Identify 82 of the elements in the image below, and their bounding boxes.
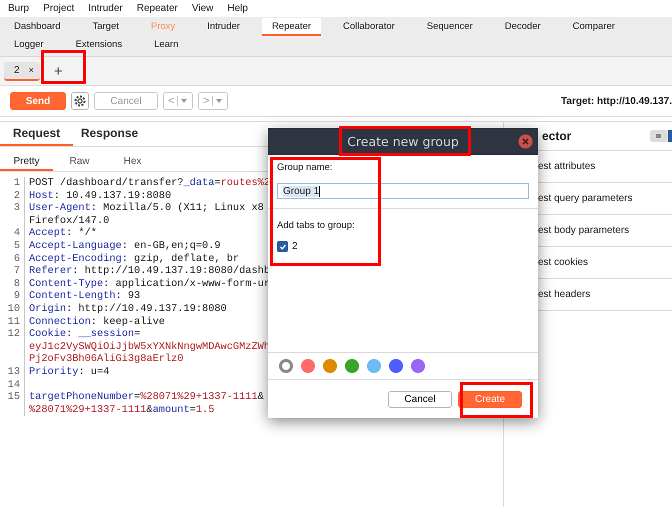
section-label: Add tabs to group: [277, 220, 355, 231]
menu-item[interactable]: Help [227, 3, 248, 14]
new-tab-button[interactable]: + [46, 62, 71, 80]
layout-icon[interactable] [650, 130, 672, 142]
code-line: User-Agent: Mozilla/5.0 (X11; Linux x8 [29, 202, 264, 215]
line-number: 3 [14, 202, 20, 214]
color-swatch[interactable] [279, 359, 293, 373]
tool-tab[interactable]: Extensions [66, 36, 132, 54]
code-line: POST /dashboard/transfer?_data=routes%2 [29, 177, 270, 190]
tool-tab[interactable]: Logger [4, 36, 54, 54]
caret-icon [216, 99, 222, 103]
color-swatch[interactable] [323, 359, 337, 373]
close-icon[interactable] [518, 134, 533, 149]
tool-tab[interactable]: Repeater [262, 18, 322, 36]
line-number: 10 [8, 302, 20, 315]
code-line: Cookie: __session= [29, 328, 140, 341]
line-number: 6 [14, 252, 20, 265]
checkbox-label: 2 [292, 241, 298, 252]
menu-item[interactable]: View [192, 3, 214, 14]
tab-label[interactable]: 2 [14, 64, 20, 76]
line-number: 13 [8, 366, 20, 378]
settings-button[interactable] [71, 92, 89, 110]
code-line: Priority: u=4 [29, 366, 110, 378]
line-number: 4 [14, 227, 20, 240]
repeater-tab[interactable]: 2 × [4, 62, 40, 80]
code-line: eyJ1c2VySWQiOiJjbW5xYXNkNngwMDAwcGMzZWh [29, 340, 270, 354]
menu-item[interactable]: Project [43, 3, 74, 14]
line-number: 15 [8, 391, 20, 404]
tool-tab[interactable]: Decoder [494, 18, 551, 36]
highlight-frame [41, 50, 86, 84]
tool-tab[interactable]: Comparer [562, 18, 625, 36]
tool-tab[interactable]: Sequencer [416, 18, 483, 36]
tool-tab[interactable]: Target [82, 18, 129, 36]
settings-icon [73, 94, 87, 108]
color-swatch[interactable] [345, 359, 359, 373]
menu-item[interactable]: Burp [8, 3, 30, 14]
code-line: Origin: http://10.49.137.19:8080 [29, 302, 227, 316]
tool-tab[interactable]: Dashboard [4, 18, 70, 36]
field-label: Group name: [277, 162, 334, 173]
view-tab[interactable]: Pretty [0, 153, 53, 171]
code-line: Referer: http://10.49.137.19:8080/dashb [29, 265, 270, 278]
inspector-title: ector [542, 129, 572, 143]
line-number: 7 [14, 265, 20, 278]
color-swatch[interactable] [411, 359, 425, 373]
code-line: Firefox/147.0 [29, 214, 110, 228]
pane-tab[interactable]: Response [73, 122, 146, 146]
line-number: 12 [8, 328, 20, 340]
line-number: 9 [14, 290, 20, 302]
code-line: Accept-Encoding: gzip, deflate, br [29, 252, 240, 266]
input-field[interactable]: Group 1 [277, 183, 529, 199]
code-line: Accept-Language: en-GB,en;q=0.9 [29, 240, 221, 253]
color-swatch[interactable] [367, 359, 381, 373]
code-line: Pj2oFv3Bh06AliGi3g8aErlz0 [29, 353, 184, 366]
code-line: Connection: keep-alive [29, 316, 165, 328]
caret-icon [181, 99, 188, 103]
line-number: 5 [14, 240, 20, 252]
code-line: Content-Type: application/x-www-form-ur [29, 278, 270, 290]
view-tab[interactable]: Hex [106, 153, 159, 171]
code-line: Accept: */* [29, 227, 97, 240]
view-tab[interactable]: Raw [53, 153, 106, 171]
pane-tab[interactable]: Request [0, 122, 73, 146]
menu-item[interactable]: Repeater [136, 3, 178, 14]
color-swatch[interactable] [389, 359, 403, 373]
close-icon[interactable]: × [28, 65, 34, 75]
line-number: 11 [8, 316, 20, 328]
color-swatch[interactable] [301, 359, 315, 373]
line-number: 1 [14, 177, 20, 189]
tool-tab[interactable]: Collaborator [333, 18, 405, 36]
code-line: targetPhoneNumber=%28071%29+1337-1111& [29, 391, 264, 404]
line-number: 2 [14, 190, 20, 202]
target-url: Target: http://10.49.137. [561, 96, 672, 106]
line-number: 8 [14, 278, 20, 290]
line-number: 14 [8, 378, 20, 390]
code-line: %28071%29+1337-1111&amount=1.5 [29, 404, 214, 416]
code-line: Host: 10.49.137.19:8080 [29, 190, 172, 202]
tool-tab[interactable]: Learn [144, 36, 188, 54]
code-line: Content-Length: 93 [29, 290, 140, 303]
cancel-button[interactable]: Cancel [388, 390, 452, 408]
checkbox[interactable] [277, 241, 288, 252]
tool-tab[interactable]: Intruder [197, 18, 250, 36]
dialog-title: Create new group [347, 134, 459, 149]
menu-item[interactable]: Intruder [88, 3, 123, 14]
